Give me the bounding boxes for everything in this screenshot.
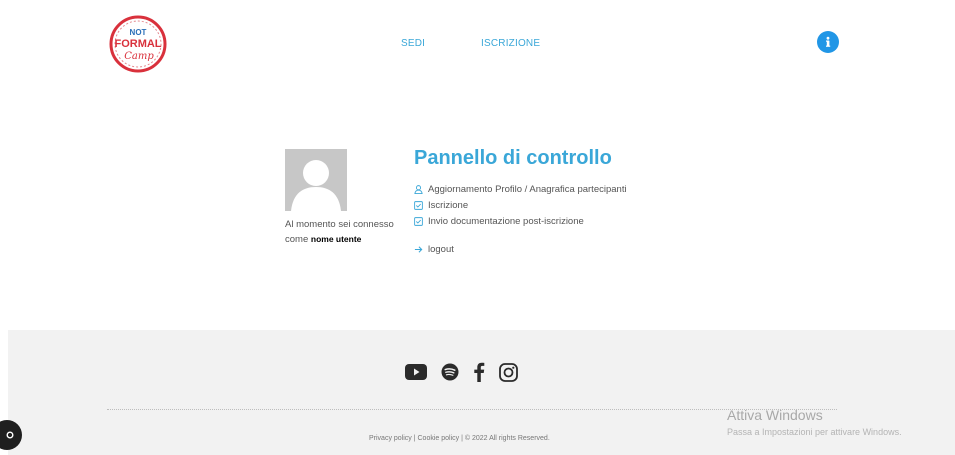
footer-copyright[interactable]: Privacy policy | Cookie policy | © 2022 … [369,435,550,442]
arrow-right-icon [414,246,423,253]
spotify-icon[interactable] [441,363,459,381]
logout-link[interactable]: logout [414,244,454,255]
avatar-placeholder [285,149,347,211]
menu-item-label: Invio documentazione post-iscrizione [428,215,584,227]
info-icon [826,36,831,47]
social-links [405,362,532,382]
menu-item-documentazione[interactable]: Invio documentazione post-iscrizione [414,215,627,227]
username: nome utente [310,234,362,244]
menu-item-label: Iscrizione [428,199,469,211]
user-icon [414,184,423,194]
logout-label: logout [428,244,454,255]
nav-sedi[interactable]: SEDI [401,38,425,49]
svg-text:Camp: Camp [124,51,154,62]
windows-activation-subtitle: Passa a Impostazioni per attivare Window… [727,427,902,437]
menu-item-iscrizione[interactable]: Iscrizione [414,199,627,211]
circle-icon [6,431,14,439]
checkbox-icon [414,216,423,226]
instagram-icon[interactable] [499,362,518,382]
info-button[interactable] [817,31,839,53]
panel-menu: Aggiornamento Profilo / Anagrafica parte… [414,183,627,231]
connected-status: Al momento sei connesso come nome utente [285,218,405,247]
brand-logo[interactable]: NOT FORMAL Camp [108,14,168,74]
windows-activation-title: Attiva Windows [727,407,823,423]
youtube-icon[interactable] [405,364,427,380]
menu-item-profile[interactable]: Aggiornamento Profilo / Anagrafica parte… [414,183,627,195]
svg-text:NOT: NOT [130,28,147,37]
checkbox-icon [414,200,423,210]
svg-text:FORMAL: FORMAL [114,38,161,50]
panel-title: Pannello di controllo [414,147,612,169]
nav-iscrizione[interactable]: ISCRIZIONE [481,38,540,49]
facebook-icon[interactable] [473,362,485,382]
menu-item-label: Aggiornamento Profilo / Anagrafica parte… [428,183,627,195]
